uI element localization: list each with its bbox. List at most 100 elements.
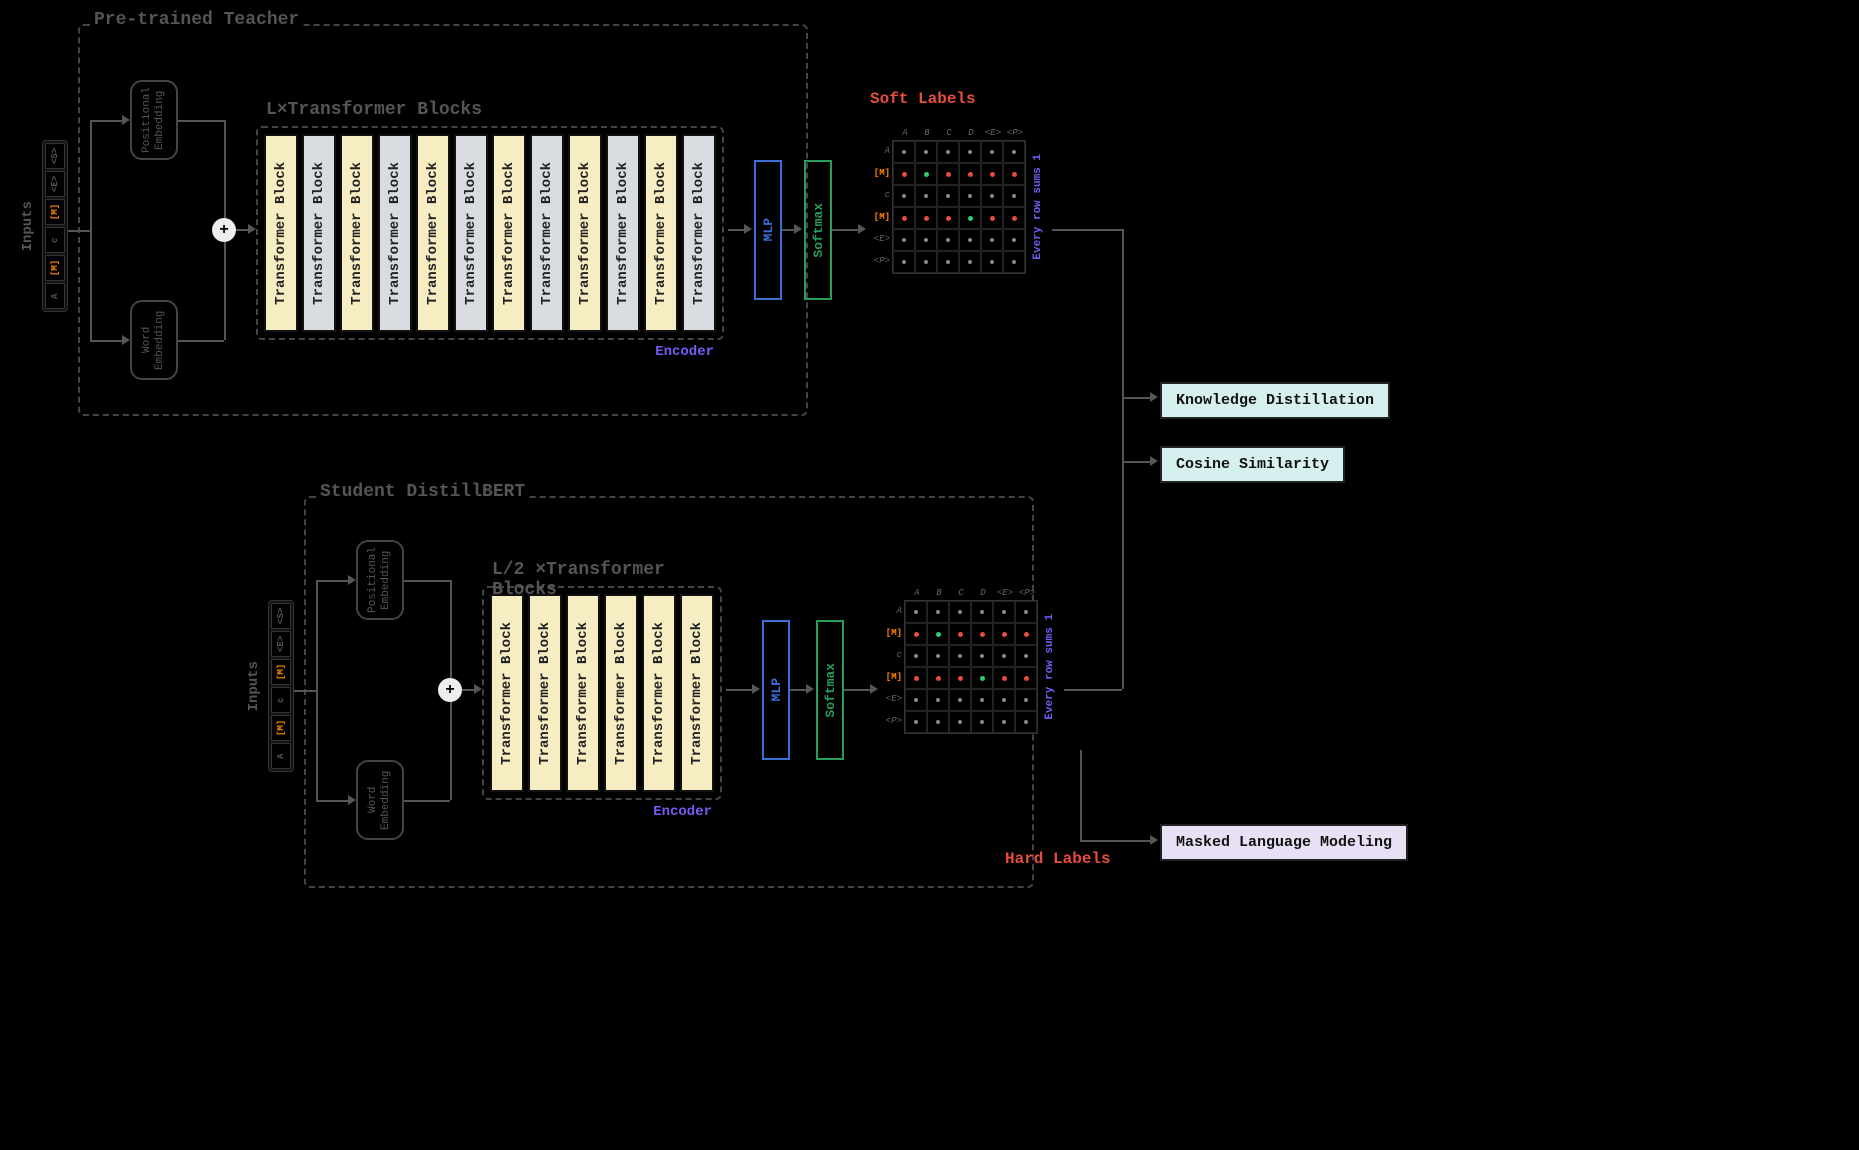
teacher-plus-icon: + <box>212 218 236 242</box>
arrow-head-icon <box>744 224 752 234</box>
grid-col-label: <P> <box>1004 128 1026 138</box>
connector-line <box>450 580 452 678</box>
grid-cell <box>993 645 1015 667</box>
teacher-encoder-title: L×Transformer Blocks <box>266 100 482 120</box>
student-word-embedding: Word Embedding <box>356 760 404 840</box>
grid-col-label: C <box>950 588 972 598</box>
grid-cell <box>971 711 993 733</box>
connector-line <box>450 702 452 800</box>
grid-cell <box>971 645 993 667</box>
grid-row-label: <P> <box>870 250 890 272</box>
grid-row-label: A <box>882 600 902 622</box>
connector-line <box>224 120 226 218</box>
encoder-sublabel: Encoder <box>653 804 712 820</box>
grid-column-headers: A B C D <E> <P> <box>906 588 1056 598</box>
arrow-head-icon <box>794 224 802 234</box>
grid-cell <box>893 185 915 207</box>
connector-line <box>1052 229 1122 231</box>
grid-side-label: Every row sums 1 <box>1044 614 1056 720</box>
arrow-head-icon <box>1150 392 1158 402</box>
transformer-block: Transformer Block <box>530 134 564 332</box>
student-encoder-title: L/2 ×Transformer Blocks <box>492 560 720 600</box>
connector-line <box>404 580 450 582</box>
teacher-inputs: Inputs <S> <E> [M] c [M] A <box>20 140 68 312</box>
grid-cell <box>927 689 949 711</box>
grid-cells <box>892 140 1026 274</box>
grid-col-label: <E> <box>982 128 1004 138</box>
transformer-block: Transformer Block <box>378 134 412 332</box>
grid-cell <box>949 601 971 623</box>
grid-cell <box>993 601 1015 623</box>
grid-row-label: c <box>870 184 890 206</box>
arrow-head-icon <box>348 575 356 585</box>
input-token: c <box>45 227 65 253</box>
connector-line <box>178 120 224 122</box>
grid-row-label: <E> <box>882 688 902 710</box>
grid-row-label: <P> <box>882 710 902 732</box>
connector-line <box>316 800 348 802</box>
transformer-block: Transformer Block <box>302 134 336 332</box>
connector-line <box>1122 461 1152 463</box>
teacher-inputs-col: <S> <E> [M] c [M] A <box>42 140 68 312</box>
grid-cell <box>1003 141 1025 163</box>
grid-cell <box>937 207 959 229</box>
grid-cell <box>1003 207 1025 229</box>
grid-cell <box>981 185 1003 207</box>
grid-cell <box>981 141 1003 163</box>
grid-cell <box>915 185 937 207</box>
transformer-block: Transformer Block <box>682 134 716 332</box>
grid-cell <box>905 601 927 623</box>
arrow-head-icon <box>474 684 482 694</box>
grid-cell <box>893 141 915 163</box>
grid-row-label: <E> <box>870 228 890 250</box>
grid-cell <box>915 251 937 273</box>
grid-cell <box>1015 601 1037 623</box>
positional-embedding-label: Positional Embedding <box>367 542 393 618</box>
input-token: <S> <box>45 143 65 169</box>
masked-language-modeling-box: Masked Language Modeling <box>1160 824 1408 861</box>
input-token: c <box>271 687 291 713</box>
transformer-block: Transformer Block <box>642 594 676 792</box>
student-inputs-col: <S> <E> [M] c [M] A <box>268 600 294 772</box>
transformer-block: Transformer Block <box>264 134 298 332</box>
grid-cell <box>971 601 993 623</box>
student-encoder: L/2 ×Transformer Blocks Transformer Bloc… <box>482 586 722 800</box>
student-positional-embedding: Positional Embedding <box>356 540 404 620</box>
grid-row-label: [M] <box>870 206 890 228</box>
connector-line <box>404 800 450 802</box>
grid-cell <box>959 207 981 229</box>
grid-cell <box>959 141 981 163</box>
word-embedding-label: Word Embedding <box>141 302 167 378</box>
grid-cell <box>993 711 1015 733</box>
grid-cell <box>949 623 971 645</box>
grid-cell <box>1015 667 1037 689</box>
grid-cell <box>1003 185 1025 207</box>
transformer-block: Transformer Block <box>528 594 562 792</box>
connector-line <box>68 230 90 232</box>
grid-cell <box>959 251 981 273</box>
grid-cell <box>893 229 915 251</box>
knowledge-distillation-box: Knowledge Distillation <box>1160 382 1390 419</box>
teacher-mlp: MLP <box>754 160 782 300</box>
input-token: [M] <box>271 659 291 685</box>
grid-row-headers: A [M] c [M] <E> <P> <box>870 140 890 274</box>
input-token: <E> <box>45 171 65 197</box>
grid-cell <box>1003 229 1025 251</box>
connector-line <box>316 580 348 582</box>
arrow-head-icon <box>1150 456 1158 466</box>
input-token: [M] <box>45 255 65 281</box>
arrow-head-icon <box>752 684 760 694</box>
connector-line <box>90 120 92 340</box>
cosine-similarity-box: Cosine Similarity <box>1160 446 1345 483</box>
connector-line <box>178 340 224 342</box>
connector-line <box>294 690 316 692</box>
transformer-block: Transformer Block <box>606 134 640 332</box>
grid-cell <box>905 667 927 689</box>
grid-cell <box>905 689 927 711</box>
grid-cell <box>927 623 949 645</box>
grid-col-label: B <box>916 128 938 138</box>
grid-cell <box>971 689 993 711</box>
student-softmax: Softmax <box>816 620 844 760</box>
input-token: [M] <box>271 715 291 741</box>
grid-cell <box>971 623 993 645</box>
